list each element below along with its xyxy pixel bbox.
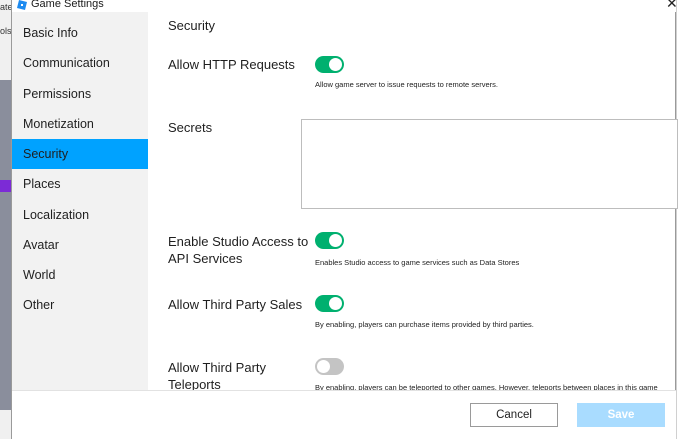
background-viewport [0,80,11,410]
toggle-knob [329,234,342,247]
background-app-left-edge: ate ols [0,0,11,439]
game-settings-dialog: Game Settings ✕ Basic Info Communication… [11,0,678,439]
dialog-footer: Cancel Save [12,390,676,439]
third-party-sales-description: By enabling, players can purchase items … [315,320,534,329]
studio-access-label-line1: Enable Studio Access to [168,234,309,249]
third-party-teleports-toggle[interactable] [315,358,344,375]
secrets-label: Secrets [168,120,213,135]
sidebar-item-avatar[interactable]: Avatar [12,230,148,260]
sidebar-item-other[interactable]: Other [12,290,148,320]
window-title: Game Settings [31,0,104,10]
studio-access-description: Enables Studio access to game services s… [315,258,520,267]
sidebar-item-security[interactable]: Security [12,139,148,169]
sidebar-item-monetization[interactable]: Monetization [12,109,148,139]
third-party-sales-label: Allow Third Party Sales [168,297,303,312]
third-party-teleports-label-line1: Allow Third Party [168,360,267,375]
page-title: Security [168,18,215,33]
http-requests-description: Allow game server to issue requests to r… [315,80,498,89]
close-icon[interactable]: ✕ [666,0,678,10]
background-text: ols [0,26,11,36]
sidebar-item-world[interactable]: World [12,260,148,290]
toggle-knob [329,297,342,310]
roblox-studio-icon [17,0,27,10]
sidebar-item-basic-info[interactable]: Basic Info [12,18,148,48]
toggle-knob [329,58,342,71]
sidebar-item-localization[interactable]: Localization [12,200,148,230]
sidebar-item-places[interactable]: Places [12,169,148,199]
background-stripe [0,180,11,192]
background-text: ate [0,2,11,12]
studio-access-toggle[interactable] [315,232,344,249]
studio-access-label: Enable Studio Access to API Services [168,233,308,267]
third-party-teleports-label: Allow Third Party Teleports [168,359,266,393]
http-requests-label: Allow HTTP Requests [168,57,295,72]
http-requests-toggle[interactable] [315,56,344,73]
sidebar-item-permissions[interactable]: Permissions [12,79,148,109]
studio-access-label-line2: API Services [168,251,243,266]
toggle-knob [317,360,330,373]
settings-sidebar: Basic Info Communication Permissions Mon… [12,12,148,390]
save-button[interactable]: Save [577,403,665,427]
cancel-button[interactable]: Cancel [470,403,558,427]
title-bar: Game Settings ✕ [12,0,678,12]
third-party-sales-toggle[interactable] [315,295,344,312]
background-app-right-edge [676,0,690,439]
sidebar-item-communication[interactable]: Communication [12,48,148,78]
secrets-input[interactable] [301,119,678,209]
